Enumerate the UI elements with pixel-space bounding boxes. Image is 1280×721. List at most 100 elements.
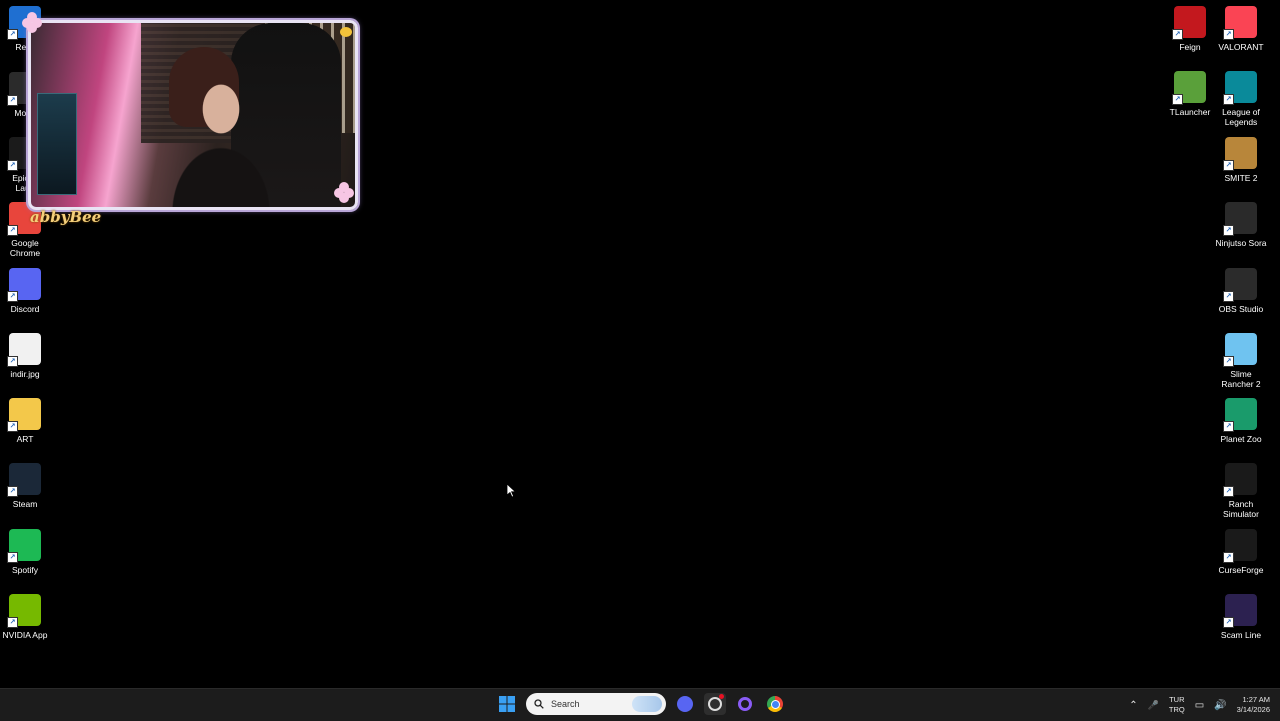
bee-decoration-icon [338, 24, 354, 40]
scam-line-icon: ↗ [1223, 594, 1257, 628]
desktop-icon-curseforge[interactable]: ↗ CurseForge [1211, 529, 1271, 575]
system-tray: ⌃ 🎤 TUR TRQ ▭ 🔊 1:27 AM 3/14/2026 [1129, 693, 1270, 717]
desktop-icon-label: Spotify [12, 565, 38, 575]
flower-decoration-icon [334, 182, 354, 203]
desktop-icon-label: Ninjutso Sora [1215, 238, 1267, 248]
desktop-icon-label: CurseForge [1218, 565, 1264, 575]
taskbar-obs[interactable] [704, 693, 726, 715]
shortcut-arrow-icon: ↗ [7, 617, 18, 628]
desktop-icon-ninjutso[interactable]: ↗ Ninjutso Sora [1211, 202, 1271, 248]
desktop-icon-label: SMITE 2 [1224, 173, 1258, 183]
feign-icon: ↗ [1172, 6, 1206, 40]
smite-icon: ↗ [1223, 137, 1257, 171]
clock-date: 3/14/2026 [1236, 705, 1270, 714]
keyboard-code: TRQ [1168, 705, 1185, 714]
shortcut-arrow-icon: ↗ [7, 160, 18, 171]
shortcut-arrow-icon: ↗ [1223, 225, 1234, 236]
valorant-icon: ↗ [1223, 6, 1257, 40]
language-code: TUR [1169, 695, 1185, 704]
desktop-icon-spotify[interactable]: ↗ Spotify [0, 529, 55, 575]
desktop-icon-scam-line[interactable]: ↗ Scam Line [1211, 594, 1271, 640]
taskbar-app-purple[interactable] [734, 693, 756, 715]
desktop-icon-obs[interactable]: ↗ OBS Studio [1211, 268, 1271, 314]
shortcut-arrow-icon: ↗ [1223, 617, 1234, 628]
image-file-icon: ↗ [7, 333, 41, 367]
shortcut-arrow-icon: ↗ [7, 421, 18, 432]
microphone-icon[interactable]: 🎤 [1148, 700, 1159, 711]
desktop-icon-label: Discord [10, 304, 40, 314]
taskbar: Search ⌃ 🎤 TUR TRQ ▭ 🔊 1:27 AM 3/14/2026 [0, 688, 1280, 721]
chevron-up-icon[interactable]: ⌃ [1129, 700, 1137, 711]
chrome-icon [767, 696, 783, 712]
slime-rancher-icon: ↗ [1223, 333, 1257, 367]
desktop-icon-image-file[interactable]: ↗ indir.jpg [0, 333, 55, 379]
ring-app-icon [738, 697, 752, 711]
desktop-icon-ranch-simulator[interactable]: ↗ Ranch Simulator [1211, 463, 1271, 519]
pc-case [37, 93, 77, 195]
language-indicator[interactable]: TUR TRQ [1169, 695, 1185, 715]
desktop-icon-discord[interactable]: ↗ Discord [0, 268, 55, 314]
mouse-cursor-icon [507, 484, 517, 498]
league-icon: ↗ [1223, 71, 1257, 105]
shortcut-arrow-icon: ↗ [7, 291, 18, 302]
clock-time: 1:27 AM [1242, 695, 1270, 704]
ranch-simulator-icon: ↗ [1223, 463, 1257, 497]
desktop-icon-label: ART [16, 434, 34, 444]
shortcut-arrow-icon: ↗ [1223, 486, 1234, 497]
spotify-icon: ↗ [7, 529, 41, 563]
volume-icon[interactable]: 🔊 [1214, 700, 1226, 711]
desktop-icon-steam[interactable]: ↗ Steam [0, 463, 55, 509]
shortcut-arrow-icon: ↗ [1172, 94, 1183, 105]
desktop-icon-label: VALORANT [1218, 42, 1264, 52]
curseforge-icon: ↗ [1223, 529, 1257, 563]
discord-icon [677, 696, 693, 712]
desktop-icon-nvidia[interactable]: ↗ NVIDIA App [0, 594, 55, 640]
webcam-overlay [28, 20, 358, 210]
shortcut-arrow-icon: ↗ [7, 356, 18, 367]
desktop-icon-label: Ranch Simulator [1223, 499, 1259, 519]
desktop-icon-label: NVIDIA App [2, 630, 48, 640]
shortcut-arrow-icon: ↗ [1223, 356, 1234, 367]
desktop-icon-folder[interactable]: ↗ ART [0, 398, 55, 444]
desktop-icon-smite[interactable]: ↗ SMITE 2 [1211, 137, 1271, 183]
desktop-icon-label: Google Chrome [9, 238, 41, 258]
shortcut-arrow-icon: ↗ [7, 225, 18, 236]
shortcut-arrow-icon: ↗ [7, 552, 18, 563]
desktop-icon-planet-zoo[interactable]: ↗ Planet Zoo [1211, 398, 1271, 444]
overlay-name: abbyBee [30, 208, 102, 226]
clock[interactable]: 1:27 AM 3/14/2026 [1237, 695, 1270, 715]
desktop-icon-label: OBS Studio [1218, 304, 1264, 314]
shortcut-arrow-icon: ↗ [7, 29, 18, 40]
tlauncher-icon: ↗ [1172, 71, 1206, 105]
desktop-icon-label: Slime Rancher 2 [1221, 369, 1261, 389]
start-button[interactable] [496, 693, 518, 715]
shortcut-arrow-icon: ↗ [1223, 552, 1234, 563]
desktop-icon-league[interactable]: ↗ League of Legends [1211, 71, 1271, 127]
flower-decoration-icon [22, 12, 42, 33]
shortcut-arrow-icon: ↗ [1223, 29, 1234, 40]
desktop-icon-valorant[interactable]: ↗ VALORANT [1211, 6, 1271, 52]
taskbar-discord[interactable] [674, 693, 696, 715]
steam-icon: ↗ [7, 463, 41, 497]
nvidia-icon: ↗ [7, 594, 41, 628]
shortcut-arrow-icon: ↗ [1223, 160, 1234, 171]
discord-icon: ↗ [7, 268, 41, 302]
planet-zoo-icon: ↗ [1223, 398, 1257, 432]
network-icon[interactable]: ▭ [1195, 700, 1204, 711]
shortcut-arrow-icon: ↗ [1172, 29, 1183, 40]
search-icon [534, 699, 544, 709]
search-placeholder: Search [551, 699, 580, 709]
obs-icon: ↗ [1223, 268, 1257, 302]
shortcut-arrow-icon: ↗ [7, 486, 18, 497]
desktop-icon-label: indir.jpg [10, 369, 40, 379]
shortcut-arrow-icon: ↗ [7, 95, 18, 106]
taskbar-apps: Search [496, 693, 786, 715]
shortcut-arrow-icon: ↗ [1223, 421, 1234, 432]
taskbar-search[interactable]: Search [526, 693, 666, 715]
windows-logo-icon [499, 696, 515, 712]
desktop-icon-label: Steam [12, 499, 38, 509]
taskbar-chrome[interactable] [764, 693, 786, 715]
shortcut-arrow-icon: ↗ [1223, 291, 1234, 302]
desktop-icon-slime-rancher[interactable]: ↗ Slime Rancher 2 [1211, 333, 1271, 389]
desktop-icon-label: Planet Zoo [1220, 434, 1262, 444]
